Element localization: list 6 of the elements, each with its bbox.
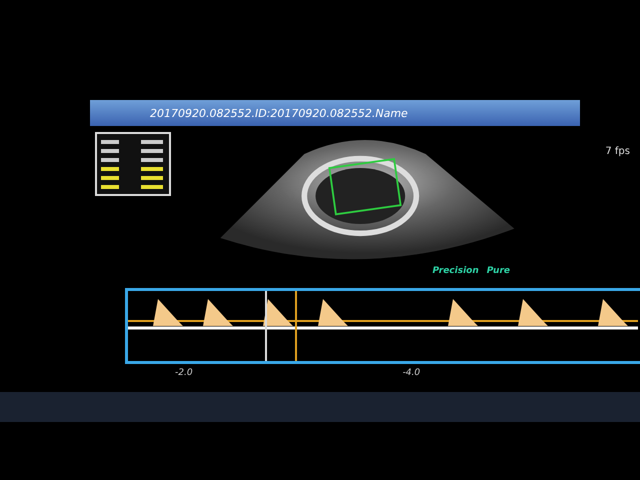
legend-label: Precision [432, 266, 479, 276]
scale-label: -2.0 [175, 368, 193, 378]
frame-rate: 7 fps [605, 146, 630, 157]
file-name: 20170920.082552.ID:20170920.082552.Name [150, 106, 408, 120]
legend-label: Pure [486, 266, 510, 276]
scale-label: -4.0 [402, 368, 420, 378]
